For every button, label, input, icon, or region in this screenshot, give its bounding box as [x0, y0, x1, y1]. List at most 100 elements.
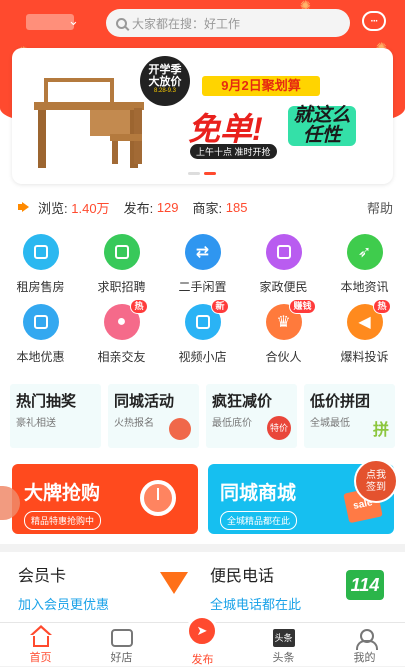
chair-image [110, 108, 150, 164]
grid-item-discounts[interactable]: 本地优惠 [0, 304, 81, 365]
check-in-line2: 签到 [366, 482, 386, 493]
nav-shops[interactable]: 好店 [81, 623, 162, 667]
grid-item-label: 视频小店 [178, 350, 227, 364]
nav-headlines[interactable]: 头条 头条 [243, 623, 324, 667]
grid-item-label: 本地优惠 [16, 350, 65, 364]
nav-label: 发布 [191, 654, 214, 666]
home-icon [29, 625, 52, 647]
service-sub: 加入会员更优惠 [18, 597, 110, 612]
header: ✺ ✺ ✺ ⌄ 大家都在搜：好工作 ··· 开学季 大放价 8.28-9.3 9… [0, 0, 405, 190]
service-hotline[interactable]: 便民电话 全城电话都在此 [210, 562, 301, 613]
grid-item-label: 相亲交友 [97, 350, 146, 364]
service-title: 便民电话 [210, 568, 275, 585]
card-sub: 精品特惠抢购中 [24, 511, 102, 530]
category-grid: 租房售房 求职招聘 ⇄ 二手闲置 家政便民 ➶ 本地资讯 本地优惠 ● 热 相亲交… [0, 224, 405, 374]
promo-row: 热门抽奖 豪礼相送 同城活动 火热报名 疯狂减价 最低底价 特价 低价拼团 全城… [0, 374, 405, 458]
merchants-value: 185 [225, 199, 248, 215]
bubble-dates: 8.28-9.3 [153, 88, 177, 94]
new-tag: 新 [211, 299, 229, 314]
building-icon [22, 234, 59, 270]
hotline-114-icon: 114 [346, 570, 384, 600]
ticket-icon [22, 304, 59, 340]
search-icon [116, 17, 127, 29]
person-icon: ● 热 [103, 299, 148, 340]
grid-item-label: 求职招聘 [97, 280, 146, 294]
service-title: 会员卡 [18, 568, 67, 585]
promo-title: 同城活动 [114, 393, 175, 410]
exchange-arrows-icon: ⇄ [184, 234, 221, 270]
grid-item-secondhand[interactable]: ⇄ 二手闲置 [162, 234, 243, 295]
search-input[interactable]: 大家都在搜：好工作 [106, 9, 350, 37]
grid-item-label: 家政便民 [259, 280, 308, 294]
banner-date-title: 9月2日聚划算 [202, 76, 320, 96]
help-link[interactable]: 帮助 [367, 198, 393, 217]
views-value: 1.40万 [71, 200, 110, 216]
merchants-label: 商家: [192, 200, 223, 216]
crown-icon: ♛ 赚钱 [265, 299, 316, 340]
stats-bar: 浏览: 1.40万 发布: 129 商家: 185 帮助 [0, 190, 405, 224]
grid-item-report[interactable]: ◀ 热 爆料投诉 [324, 299, 405, 365]
earn-tag: 赚钱 [289, 299, 316, 314]
grid-item-housekeeping[interactable]: 家政便民 [243, 234, 324, 295]
alarm-clock-icon [140, 480, 176, 516]
chat-bubble-icon[interactable]: ··· [362, 11, 386, 31]
banner-carousel[interactable]: 开学季 大放价 8.28-9.3 9月2日聚划算 免单! 就这么任性 上午十点 … [12, 48, 393, 184]
bottom-nav: 首页 好店 发布 头条 头条 我的 ➤ [0, 615, 405, 667]
check-in-line1: 点我 [366, 470, 386, 481]
bubble-line2: 大放价 [148, 76, 182, 88]
carousel-dot[interactable] [188, 172, 200, 175]
nav-label: 好店 [110, 652, 133, 664]
grid-item-dating[interactable]: ● 热 相亲交友 [81, 299, 162, 365]
grid-item-video-shop[interactable]: 新 视频小店 [162, 299, 243, 365]
posts-value: 129 [156, 199, 179, 215]
vip-icon [156, 566, 192, 600]
shop-icon [110, 629, 133, 647]
grid-item-news[interactable]: ➶ 本地资讯 [324, 234, 405, 295]
card-sub: 全城精品都在此 [220, 511, 298, 530]
services-row: 会员卡 加入会员更优惠 便民电话 全城电话都在此 114 [0, 552, 405, 622]
promo-card-group-buy[interactable]: 低价拼团 全城最低 拼 [304, 384, 395, 448]
check-in-button[interactable]: 点我 签到 [354, 459, 398, 503]
carousel-dot-active[interactable] [204, 172, 216, 175]
megaphone-icon: ◀ 热 [346, 299, 391, 340]
user-icon [354, 629, 378, 650]
featured-cards: 大牌抢购 精品特惠抢购中 同城商城 全城精品都在此 sale [0, 458, 405, 544]
promo-sub: 豪礼相送 [16, 418, 56, 429]
promo-title: 疯狂减价 [212, 393, 273, 410]
rocket-icon: ➶ [346, 234, 383, 270]
speaker-icon [18, 202, 32, 212]
sale-bubble: 开学季 大放价 8.28-9.3 [140, 56, 190, 106]
hot-tag: 热 [373, 299, 391, 314]
posts-label: 发布: [123, 200, 154, 216]
nav-label: 首页 [29, 652, 52, 664]
nav-label: 头条 [272, 652, 295, 664]
carousel-dots[interactable] [188, 172, 216, 175]
nav-profile[interactable]: 我的 [324, 623, 405, 667]
grid-item-label: 本地资讯 [340, 280, 389, 294]
grid-item-partner[interactable]: ♛ 赚钱 合伙人 [243, 299, 324, 365]
service-member-card[interactable]: 会员卡 加入会员更优惠 [18, 562, 109, 613]
special-price-icon: 特价 [267, 416, 291, 440]
search-placeholder: 大家都在搜：好工作 [132, 16, 241, 31]
promo-card-lottery[interactable]: 热门抽奖 豪礼相送 [10, 384, 101, 448]
chevron-down-icon[interactable]: ⌄ [68, 13, 79, 29]
grid-item-label: 租房售房 [16, 280, 65, 294]
grid-item-label: 二手闲置 [178, 280, 227, 294]
banner-subline: 上午十点 准时开抢 [190, 144, 277, 159]
city-selector[interactable] [26, 14, 74, 30]
promo-title: 低价拼团 [310, 393, 371, 410]
views-label: 浏览: [38, 200, 68, 216]
promo-card-events[interactable]: 同城活动 火热报名 [108, 384, 199, 448]
card-brand-rush[interactable]: 大牌抢购 精品特惠抢购中 [12, 464, 198, 534]
paper-plane-icon[interactable]: ➤ [186, 615, 218, 647]
bubble-line1: 开学季 [148, 64, 182, 76]
promo-card-price-cut[interactable]: 疯狂减价 最低底价 特价 [206, 384, 297, 448]
balloon-icon [169, 418, 191, 440]
nav-home[interactable]: 首页 [0, 623, 81, 667]
grid-item-jobs[interactable]: 求职招聘 [81, 234, 162, 295]
nav-label: 我的 [353, 652, 376, 664]
picture-icon: 新 [184, 299, 229, 340]
inbox-icon [265, 234, 302, 270]
service-sub: 全城电话都在此 [210, 597, 302, 612]
grid-item-rent[interactable]: 租房售房 [0, 234, 81, 295]
